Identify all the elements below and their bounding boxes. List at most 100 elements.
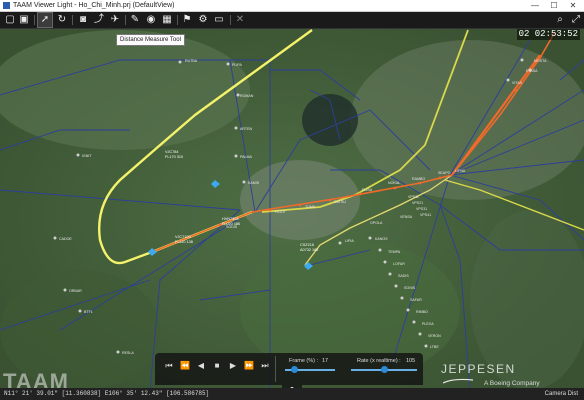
camera-icon[interactable]: ◙ <box>76 13 90 27</box>
waypoint-label: VERON <box>428 334 441 338</box>
toolbar-separator <box>72 15 73 25</box>
waypoint-label: VITAS <box>512 81 523 85</box>
toolbar-separator <box>34 15 35 25</box>
maximize-button[interactable]: ☐ <box>547 0 561 11</box>
camera-distance: Camera Dist <box>544 391 578 397</box>
waypoint-label: SEAPO <box>438 171 451 175</box>
waypoint-label: LIPIA <box>345 239 354 243</box>
waypoint-label: SADIS <box>398 274 409 278</box>
waypoint-label: LIFNA <box>455 169 466 173</box>
waypoint-label: SAFAR <box>410 298 422 302</box>
screen-icon[interactable]: ▭ <box>212 13 226 27</box>
flight-info: FL110 138 <box>175 240 193 244</box>
waypoint-label: VENSA <box>400 215 413 219</box>
jeppesen-logo: JEPPESEN <box>441 362 516 376</box>
close-window-button[interactable]: ✕ <box>566 0 580 11</box>
flight-info: A0732 182 <box>300 248 318 252</box>
waypoint-label: PLIPA <box>232 63 243 67</box>
flight-callsign: VJC7109 <box>175 235 191 239</box>
rotate-icon[interactable]: ↻ <box>55 13 69 27</box>
waypoint-label: ORBAR <box>69 289 82 293</box>
rewind-icon[interactable]: ⏪ <box>179 360 191 372</box>
simulation-clock: 02 02:53:52 <box>516 29 580 40</box>
note-icon[interactable]: ✎ <box>128 13 142 27</box>
waypoint-label: OPOLA <box>370 221 383 225</box>
map-view[interactable]: RUTBA PLIPA ROMAN ARTEN PALMA KAMIS IGNI… <box>0 29 584 400</box>
waypoint-label: RUTBA <box>185 59 198 63</box>
waypoint-label: PIDOT <box>275 210 287 214</box>
app-icon <box>3 2 10 9</box>
waypoint-label: DATSU <box>334 200 346 204</box>
expand-icon[interactable]: ⤢ <box>569 13 583 27</box>
pointer-icon[interactable]: ➚ <box>37 12 53 28</box>
toolbar-separator <box>177 15 178 25</box>
waypoint-label: LOFAR <box>393 262 405 266</box>
flight-info: FL020 186 <box>222 222 240 226</box>
gear-icon[interactable]: ⚙ <box>196 13 210 27</box>
rate-slider-handle[interactable] <box>381 366 388 373</box>
tooltip: Distance Measure Tool <box>116 34 185 46</box>
stop-icon[interactable]: ■ <box>211 360 223 372</box>
waypoint-label: PALMA <box>240 155 253 159</box>
flight-icon[interactable]: ✈ <box>108 13 122 27</box>
flight-callsign: VJC784 <box>165 150 179 154</box>
window-title: TAAM Viewer Light - Ho_Chi_Minh.prj (Def… <box>13 2 175 9</box>
frame-value: 17 <box>322 358 329 364</box>
waypoint-label: ELISA <box>362 188 373 192</box>
waypoint-label: VPS31 <box>416 207 427 211</box>
play-reverse-icon[interactable]: ◀ <box>195 360 207 372</box>
jeppesen-swoosh-icon <box>443 378 473 384</box>
frame-label: Frame (%) : <box>289 358 319 364</box>
waypoint-label: VPS21 <box>412 201 423 205</box>
route-icon[interactable]: ⤴ <box>92 13 106 27</box>
panel-divider <box>275 356 276 382</box>
skip-end-icon[interactable]: ⏭ <box>259 360 271 372</box>
fast-forward-icon[interactable]: ⏩ <box>243 360 255 372</box>
flight-info: FL170 310 <box>165 155 183 159</box>
waypoint-label: KAMIS <box>248 181 260 185</box>
skip-start-icon[interactable]: ⏮ <box>163 360 175 372</box>
toolbar-separator <box>230 15 231 25</box>
waypoint-label: PLEXA <box>422 322 434 326</box>
play-icon[interactable]: ▶ <box>227 360 239 372</box>
minimize-button[interactable]: — <box>528 0 542 11</box>
waypoint-label: BTF1 <box>84 310 93 314</box>
waypoint-label: VPS11 <box>408 195 419 199</box>
waypoint-label: RIMBO <box>416 310 428 314</box>
target-icon[interactable]: ◉ <box>144 13 158 27</box>
waypoint-label: SONIS <box>404 286 416 290</box>
waypoint-label: ARTEN <box>240 127 253 131</box>
waypoint-label: LTBE <box>430 345 439 349</box>
waypoint-label: NOKAL <box>388 181 400 185</box>
close-icon[interactable]: ✕ <box>233 13 247 27</box>
toolbar: ▢ ▣ ➚ ↻ ◙ ⤴ ✈ ✎ ◉ ▦ ⚑ ⚙ ▭ ✕ ⌕ ⤢ <box>0 12 584 29</box>
waypoint-label: KANOS <box>375 237 388 241</box>
playback-panel: ⏮ ⏪ ◀ ■ ▶ ⏩ ⏭ Frame (%) : 17 Rate (x rea… <box>155 353 423 385</box>
waypoint-label: CADOE <box>59 237 72 241</box>
frame-slider-handle[interactable] <box>290 366 298 373</box>
waypoint-label: ETASA <box>526 69 538 73</box>
waypoint-label: VPS41 <box>420 213 431 217</box>
search-icon[interactable]: ⌕ <box>553 13 567 27</box>
waypoint-label: TEMPA <box>388 250 401 254</box>
waypoint-label: TOMIL <box>305 205 316 209</box>
cursor-coordinates: N11° 21' 39.01" [11.360838] E106° 35' 12… <box>4 390 210 397</box>
rate-value: 105 <box>406 358 416 364</box>
waypoint-label: ROMAN <box>240 94 254 98</box>
status-bar: N11° 21' 39.01" [11.360838] E106° 35' 12… <box>0 388 584 400</box>
view-menu-icon[interactable]: ▢ <box>3 13 17 27</box>
toolbar-separator <box>125 15 126 25</box>
title-bar: TAAM Viewer Light - Ho_Chi_Minh.prj (Def… <box>0 0 584 12</box>
boeing-tagline: A Boeing Company <box>484 380 540 387</box>
waypoint-label: RAMBO <box>412 177 425 181</box>
flag-icon[interactable]: ⚑ <box>180 13 194 27</box>
waypoint-label: MOSTA <box>534 59 547 63</box>
terrain-patch <box>350 40 584 200</box>
rate-label: Rate (x realtime) : <box>357 358 401 364</box>
chart-icon[interactable]: ▦ <box>160 13 174 27</box>
waypoint-label: RESLA <box>122 351 134 355</box>
waypoint-label: IGNIT <box>82 154 92 158</box>
flight-callsign: HVN7303 <box>222 217 238 221</box>
layers-icon[interactable]: ▣ <box>17 13 31 27</box>
terrain-patch <box>0 30 250 150</box>
